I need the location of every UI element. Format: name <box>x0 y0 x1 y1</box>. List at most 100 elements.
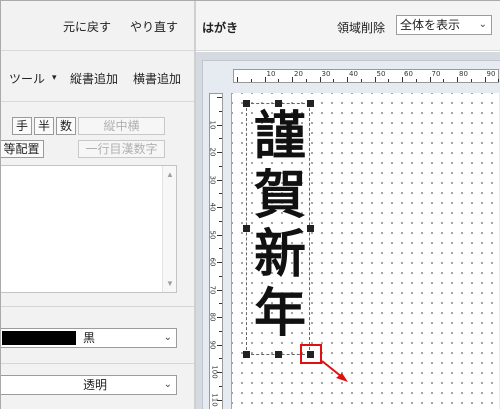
section-divider <box>1 306 194 307</box>
app-window: 元に戻す やり直す ツール ▾ 縦書追加 横書追加 手 半 数 縦中横 等配置 … <box>0 0 500 409</box>
ruler-tick <box>217 152 222 153</box>
ruler-tick <box>217 207 222 208</box>
tate-chu-yoko-button[interactable]: 縦中横 <box>78 117 165 135</box>
section-divider <box>1 363 194 364</box>
page-title: はがき <box>202 21 239 35</box>
ruler-tick <box>217 262 222 263</box>
ruler-tick <box>250 79 252 82</box>
ruler-tick <box>219 165 222 167</box>
ruler-tick <box>219 358 222 360</box>
canvas-area: 10 20 30 40 50 60 70 80 90 10 20 30 40 50 60 70 80 90 100… <box>196 52 500 409</box>
top-toolbar: 元に戻す やり直す <box>1 1 194 51</box>
ruler-label: 70 <box>208 285 217 294</box>
preview-header: はがき 領域削除 全体を表示 ⌄ <box>196 1 500 51</box>
ruler-tick <box>217 234 222 236</box>
ruler-tick <box>278 79 280 82</box>
chevron-down-icon[interactable]: ▾ <box>52 72 57 83</box>
text-input-area[interactable]: ▲ ▼ <box>1 165 177 293</box>
textarea-scrollbar[interactable]: ▲ ▼ <box>162 166 176 292</box>
ruler-tick <box>217 317 222 318</box>
view-select-value: 全体を表示 <box>400 18 461 32</box>
chevron-down-icon: ⌄ <box>163 379 172 390</box>
resize-handle[interactable] <box>243 100 250 107</box>
ruler-tick <box>217 344 222 346</box>
ruler-label: 110 <box>210 392 219 407</box>
highlight-box <box>300 344 322 364</box>
greeting-text[interactable]: 謹賀新年 <box>250 107 310 343</box>
resize-handle[interactable] <box>275 100 282 107</box>
area-delete-button[interactable]: 領域削除 <box>337 19 385 36</box>
kanji-numeral-button[interactable]: 一行目漢数字 <box>78 140 165 158</box>
ruler-tick <box>264 77 266 82</box>
ruler-tick <box>333 79 335 82</box>
ruler-tick <box>374 77 376 82</box>
ruler-tick <box>457 77 458 82</box>
scroll-up-icon[interactable]: ▲ <box>166 170 174 179</box>
full-width-button[interactable]: 手 <box>12 117 32 135</box>
ruler-label: 40 <box>349 70 358 78</box>
postcard-frame: 10 20 30 40 50 60 70 80 90 10 20 30 40 50 60 70 80 90 100… <box>202 60 500 409</box>
half-width-button[interactable]: 半 <box>34 117 54 135</box>
ruler-label: 90 <box>486 70 496 78</box>
ruler-tick <box>217 179 222 181</box>
redo-button[interactable]: やり直す <box>130 18 178 35</box>
add-horizontal-text-button[interactable]: 横書追加 <box>133 70 181 87</box>
ruler-tick <box>219 330 222 332</box>
ruler-label: 60 <box>208 257 217 267</box>
ruler-tick <box>470 79 472 82</box>
ruler-label: 90 <box>208 340 217 349</box>
color-swatch <box>2 331 76 345</box>
chevron-down-icon: ⌄ <box>163 332 172 343</box>
resize-handle[interactable] <box>307 225 314 232</box>
number-button[interactable]: 数 <box>56 117 76 135</box>
ruler-tick <box>237 77 238 82</box>
add-vertical-text-button[interactable]: 縦書追加 <box>70 70 118 87</box>
ruler-label: 10 <box>266 70 276 78</box>
text-color-select[interactable]: 黒 ⌄ <box>1 328 177 348</box>
scroll-down-icon[interactable]: ▼ <box>166 279 174 288</box>
undo-button[interactable]: 元に戻す <box>63 18 111 35</box>
arrow-icon <box>321 360 348 382</box>
ruler-label: 30 <box>321 70 331 78</box>
ruler-tick <box>429 77 431 82</box>
ruler-tick <box>319 77 321 82</box>
ruler-tick <box>219 193 222 195</box>
view-select[interactable]: 全体を表示 ⌄ <box>396 15 492 35</box>
left-panel: 元に戻す やり直す ツール ▾ 縦書追加 横書追加 手 半 数 縦中横 等配置 … <box>1 1 194 409</box>
ruler-label: 40 <box>208 202 217 212</box>
ruler-label: 50 <box>208 230 217 239</box>
horizontal-ruler: 10 20 30 40 50 60 70 80 90 <box>233 69 500 83</box>
ruler-tick <box>402 77 403 82</box>
ruler-tick <box>217 124 222 126</box>
ruler-tick <box>305 79 307 82</box>
ruler-label: 60 <box>404 70 413 78</box>
ruler-label: 30 <box>208 175 217 184</box>
background-select[interactable]: 透明 ⌄ <box>1 375 177 395</box>
postcard-canvas[interactable]: 謹賀新年 <box>231 93 499 409</box>
equal-spacing-button[interactable]: 等配置 <box>1 140 44 158</box>
ruler-label: 20 <box>208 147 217 157</box>
resize-handle[interactable] <box>243 225 250 232</box>
resize-handle[interactable] <box>275 351 282 358</box>
resize-handle[interactable] <box>307 100 314 107</box>
resize-handle[interactable] <box>243 351 250 358</box>
ruler-tick <box>360 79 362 82</box>
ruler-label: 20 <box>294 70 303 78</box>
ruler-tick <box>415 79 417 82</box>
color-select-value: 黒 <box>83 331 96 345</box>
ruler-label: 10 <box>208 120 217 129</box>
ruler-tick <box>219 275 222 277</box>
background-select-value: 透明 <box>83 378 108 392</box>
ruler-tick <box>484 77 486 82</box>
tool-menu[interactable]: ツール <box>9 70 45 87</box>
ruler-tick <box>347 77 348 82</box>
ruler-tick <box>217 289 222 291</box>
ruler-label: 100 <box>210 365 219 379</box>
ruler-tick <box>219 138 222 140</box>
ruler-tick <box>292 77 293 82</box>
right-panel: はがき 領域削除 全体を表示 ⌄ 10 20 30 40 50 60 70 80 90 10 20… <box>196 1 500 409</box>
ruler-label: 80 <box>208 312 217 322</box>
vertical-ruler: 10 20 30 40 50 60 70 80 90 100 110 <box>208 93 223 409</box>
ruler-tick <box>219 303 222 305</box>
edit-toolbar: ツール ▾ 縦書追加 横書追加 <box>1 52 194 102</box>
